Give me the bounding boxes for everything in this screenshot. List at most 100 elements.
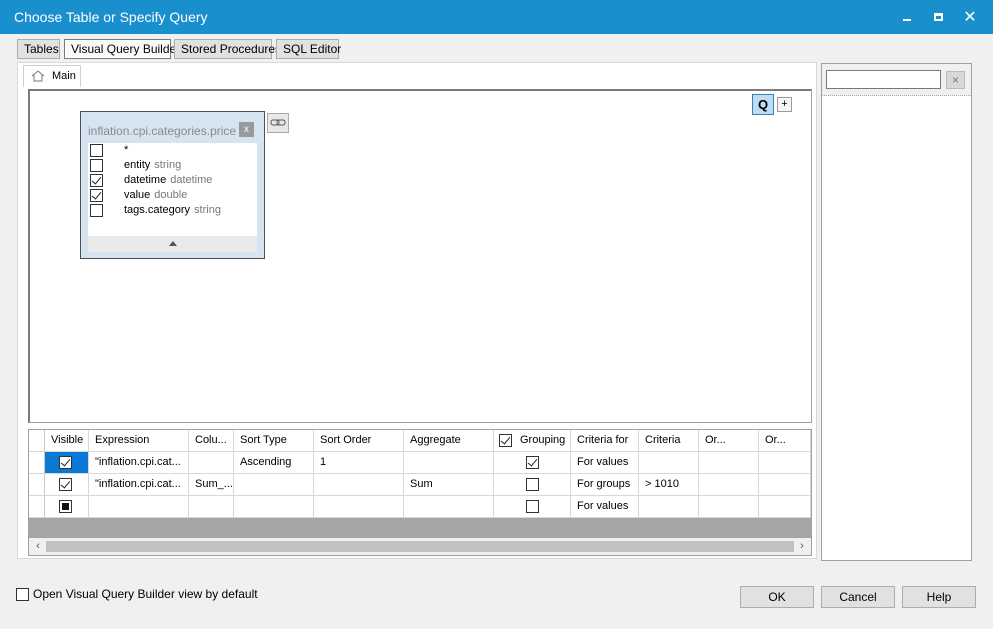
field-row[interactable]: entity string [88, 158, 257, 173]
criteria-cell[interactable] [639, 452, 699, 474]
grouping-cell[interactable] [494, 474, 571, 496]
column-header-sort-type[interactable]: Sort Type [234, 430, 314, 452]
tab-stored-procedures[interactable]: Stored Procedures [174, 39, 281, 59]
sort-type-cell[interactable] [234, 474, 314, 496]
tab-sql-editor[interactable]: SQL Editor [276, 39, 341, 59]
row-header[interactable] [29, 474, 45, 496]
field-type: string [194, 204, 221, 216]
field-checkbox[interactable] [90, 204, 103, 217]
sort-type-cell[interactable]: Ascending [234, 452, 314, 474]
criteria-cell[interactable] [639, 496, 699, 518]
column-header-or-2[interactable]: Or... [759, 430, 811, 452]
grouping-cell[interactable] [494, 496, 571, 518]
grid-horizontal-scrollbar[interactable]: ‹ › [29, 538, 811, 555]
visible-checkbox[interactable] [59, 478, 72, 491]
column-alias-cell[interactable]: Sum_... [189, 474, 234, 496]
close-button[interactable]: ✕ [954, 0, 986, 34]
or-cell[interactable] [699, 452, 759, 474]
visible-cell[interactable] [45, 496, 89, 518]
row-header[interactable] [29, 496, 45, 518]
column-alias-cell[interactable] [189, 452, 234, 474]
grouping-all-checkbox[interactable] [499, 434, 512, 447]
or-cell[interactable] [759, 452, 811, 474]
visible-checkbox[interactable] [59, 500, 72, 513]
scrollbar-thumb[interactable] [46, 541, 794, 552]
visible-cell[interactable] [45, 474, 89, 496]
sort-order-cell[interactable] [314, 474, 404, 496]
criteria-for-cell[interactable]: For values [571, 452, 639, 474]
or-cell[interactable] [759, 496, 811, 518]
aggregate-cell[interactable] [404, 496, 494, 518]
aggregate-cell[interactable]: Sum [404, 474, 494, 496]
table-row[interactable]: "inflation.cpi.cat... Sum_... Sum For gr… [29, 474, 811, 496]
field-checkbox[interactable] [90, 174, 103, 187]
link-button[interactable] [267, 113, 289, 133]
table-object-header[interactable]: inflation.cpi.categories.price x [81, 112, 264, 142]
visible-checkbox[interactable] [59, 456, 72, 469]
scroll-right-icon[interactable]: › [795, 540, 809, 553]
field-row[interactable]: * [88, 143, 257, 158]
criteria-for-cell[interactable]: For values [571, 496, 639, 518]
properties-search-input[interactable] [826, 70, 941, 89]
grouping-cell[interactable] [494, 452, 571, 474]
criteria-for-cell[interactable]: For groups [571, 474, 639, 496]
column-header-criteria-for[interactable]: Criteria for [571, 430, 639, 452]
sort-order-cell[interactable] [314, 496, 404, 518]
table-row[interactable]: For values [29, 496, 811, 518]
column-header-expression[interactable]: Expression [89, 430, 189, 452]
field-row[interactable]: value double [88, 188, 257, 203]
expression-cell[interactable]: "inflation.cpi.cat... [89, 474, 189, 496]
tab-main[interactable]: Main [23, 65, 81, 87]
grouping-checkbox[interactable] [526, 478, 539, 491]
field-checkbox[interactable] [90, 189, 103, 202]
field-name: * [124, 144, 129, 156]
field-checkbox[interactable] [90, 144, 103, 157]
tab-visual-query-builder[interactable]: Visual Query Builder [64, 39, 180, 59]
minimize-button[interactable] [891, 0, 923, 34]
grouping-checkbox[interactable] [526, 456, 539, 469]
column-header-grouping[interactable]: Grouping [494, 430, 571, 452]
maximize-button[interactable] [922, 0, 954, 34]
ok-button[interactable]: OK [740, 586, 814, 608]
grouping-header-label: Grouping [520, 434, 566, 446]
tab-tables[interactable]: Tables [17, 39, 60, 59]
column-header-aggregate[interactable]: Aggregate [404, 430, 494, 452]
field-checkbox[interactable] [90, 159, 103, 172]
or-cell[interactable] [699, 474, 759, 496]
query-properties-button[interactable]: Q [752, 94, 774, 115]
row-header[interactable] [29, 452, 45, 474]
column-header-sort-order[interactable]: Sort Order [314, 430, 404, 452]
link-icon [270, 119, 286, 126]
criteria-cell[interactable]: > 1010 [639, 474, 699, 496]
aggregate-cell[interactable] [404, 452, 494, 474]
table-row[interactable]: "inflation.cpi.cat... Ascending 1 For va… [29, 452, 811, 474]
column-header-visible[interactable]: Visible [45, 430, 89, 452]
field-list-collapse[interactable] [88, 236, 257, 252]
remove-table-button[interactable]: x [239, 122, 254, 137]
table-object[interactable]: inflation.cpi.categories.price x * entit… [80, 111, 265, 259]
clear-search-button[interactable]: × [946, 71, 965, 89]
column-header-or-1[interactable]: Or... [699, 430, 759, 452]
default-view-checkbox[interactable] [16, 588, 29, 601]
expression-cell[interactable]: "inflation.cpi.cat... [89, 452, 189, 474]
column-header-column[interactable]: Colu... [189, 430, 234, 452]
column-header-criteria[interactable]: Criteria [639, 430, 699, 452]
field-type: double [154, 189, 188, 201]
sort-type-cell[interactable] [234, 496, 314, 518]
add-object-button[interactable]: + [777, 97, 792, 112]
expression-cell[interactable] [89, 496, 189, 518]
grouping-checkbox[interactable] [526, 500, 539, 513]
field-row[interactable]: datetime datetime [88, 173, 257, 188]
or-cell[interactable] [699, 496, 759, 518]
collapse-up-icon [169, 241, 177, 246]
cancel-button[interactable]: Cancel [821, 586, 895, 608]
visible-cell[interactable] [45, 452, 89, 474]
sort-order-cell[interactable]: 1 [314, 452, 404, 474]
help-button[interactable]: Help [902, 586, 976, 608]
criteria-grid: Visible Expression Colu... Sort Type Sor… [28, 429, 812, 556]
default-view-label[interactable]: Open Visual Query Builder view by defaul… [33, 587, 258, 601]
scroll-left-icon[interactable]: ‹ [31, 540, 45, 553]
field-row[interactable]: tags.category string [88, 203, 257, 218]
or-cell[interactable] [759, 474, 811, 496]
column-alias-cell[interactable] [189, 496, 234, 518]
